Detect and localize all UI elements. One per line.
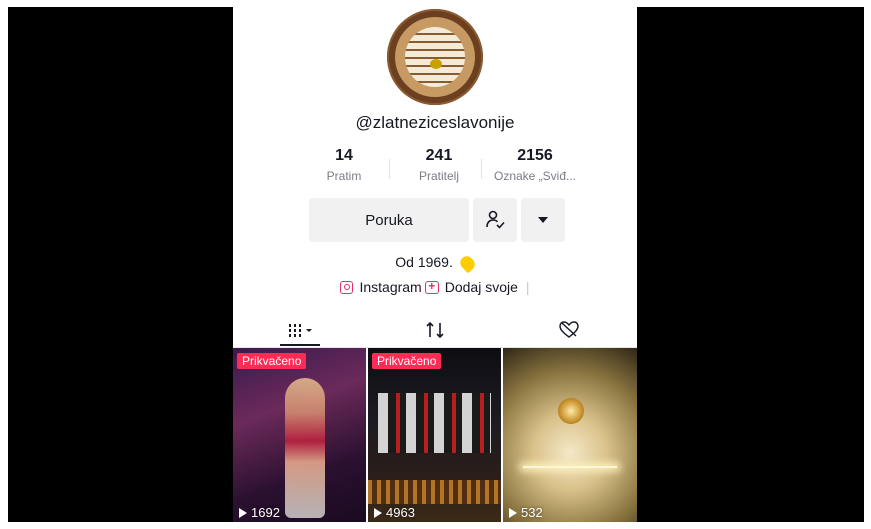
thumbnail-stage-decor — [368, 480, 501, 504]
video-grid: Prikvačeno 1692 Prikvačeno 4963 532 — [233, 348, 637, 522]
message-button[interactable]: Poruka — [309, 198, 469, 242]
link-separator: | — [525, 279, 530, 295]
stat-likes-value: 2156 — [517, 147, 553, 164]
stat-following[interactable]: 14 Pratim — [319, 147, 369, 183]
stat-followers-label: Pratitelj — [418, 169, 459, 183]
more-options-button[interactable] — [521, 198, 565, 242]
pinned-badge: Prikvačeno — [372, 353, 442, 369]
thumbnail-logo — [558, 398, 584, 424]
play-icon — [239, 507, 247, 518]
grid-icon — [289, 324, 312, 337]
play-icon — [509, 507, 517, 518]
tab-liked[interactable] — [539, 317, 599, 343]
bio-text: Od 1969. — [395, 254, 453, 270]
view-count: 4963 — [374, 505, 415, 520]
add-icon — [424, 279, 439, 294]
stat-divider — [389, 159, 390, 179]
tab-videos[interactable] — [271, 317, 331, 343]
yellow-heart-icon — [457, 253, 478, 274]
active-tab-indicator — [280, 344, 320, 346]
action-buttons: Poruka — [309, 198, 565, 242]
avatar[interactable] — [387, 9, 483, 105]
video-thumbnail[interactable]: Prikvačeno 4963 — [368, 348, 501, 522]
view-count: 1692 — [239, 505, 280, 520]
person-check-icon — [486, 210, 505, 229]
stat-followers[interactable]: 241 Pratitelj — [409, 147, 469, 183]
stat-following-value: 14 — [335, 147, 353, 164]
stat-divider — [481, 159, 482, 179]
stat-likes[interactable]: 2156 Oznake „Sviđ... — [489, 147, 581, 183]
bio: Od 1969. — [233, 253, 637, 274]
stats-row: 14 Pratim 241 Pratitelj 2156 Oznake „Svi… — [313, 147, 576, 191]
video-thumbnail[interactable]: Prikvačeno 1692 — [233, 348, 366, 522]
stat-followers-value: 241 — [425, 147, 453, 164]
view-count-value: 1692 — [251, 505, 280, 520]
view-count-value: 532 — [521, 505, 543, 520]
profile-screen: @zlatneziceslavonije 14 Pratim 241 Prati… — [233, 7, 637, 522]
stat-following-label: Pratim — [326, 169, 362, 183]
thumbnail-glow — [523, 466, 617, 468]
profile-links: Instagram Dodaj svoje | — [233, 279, 637, 295]
add-link[interactable]: Dodaj svoje — [445, 279, 518, 295]
content-tabs — [233, 313, 637, 348]
instagram-icon — [340, 280, 354, 294]
stat-likes-label: Oznake „Sviđ... — [493, 169, 577, 183]
username: @zlatneziceslavonije — [355, 113, 515, 132]
caret-down-icon — [538, 217, 548, 223]
instagram-link[interactable]: Instagram — [359, 279, 421, 295]
thumbnail-image — [285, 378, 325, 518]
tab-reposts[interactable] — [405, 317, 465, 343]
view-count-value: 4963 — [386, 505, 415, 520]
repost-icon — [426, 321, 444, 339]
following-button[interactable] — [473, 198, 517, 242]
video-thumbnail[interactable]: 532 — [503, 348, 637, 522]
avatar-emblem — [430, 59, 442, 69]
heart-lock-icon — [559, 321, 579, 338]
avatar-logo — [405, 27, 465, 87]
message-button-label: Poruka — [365, 211, 413, 229]
view-count: 532 — [509, 505, 543, 520]
avatar-ring — [395, 17, 475, 97]
play-icon — [374, 507, 382, 518]
pinned-badge: Prikvačeno — [237, 353, 307, 369]
thumbnail-image — [378, 393, 491, 453]
